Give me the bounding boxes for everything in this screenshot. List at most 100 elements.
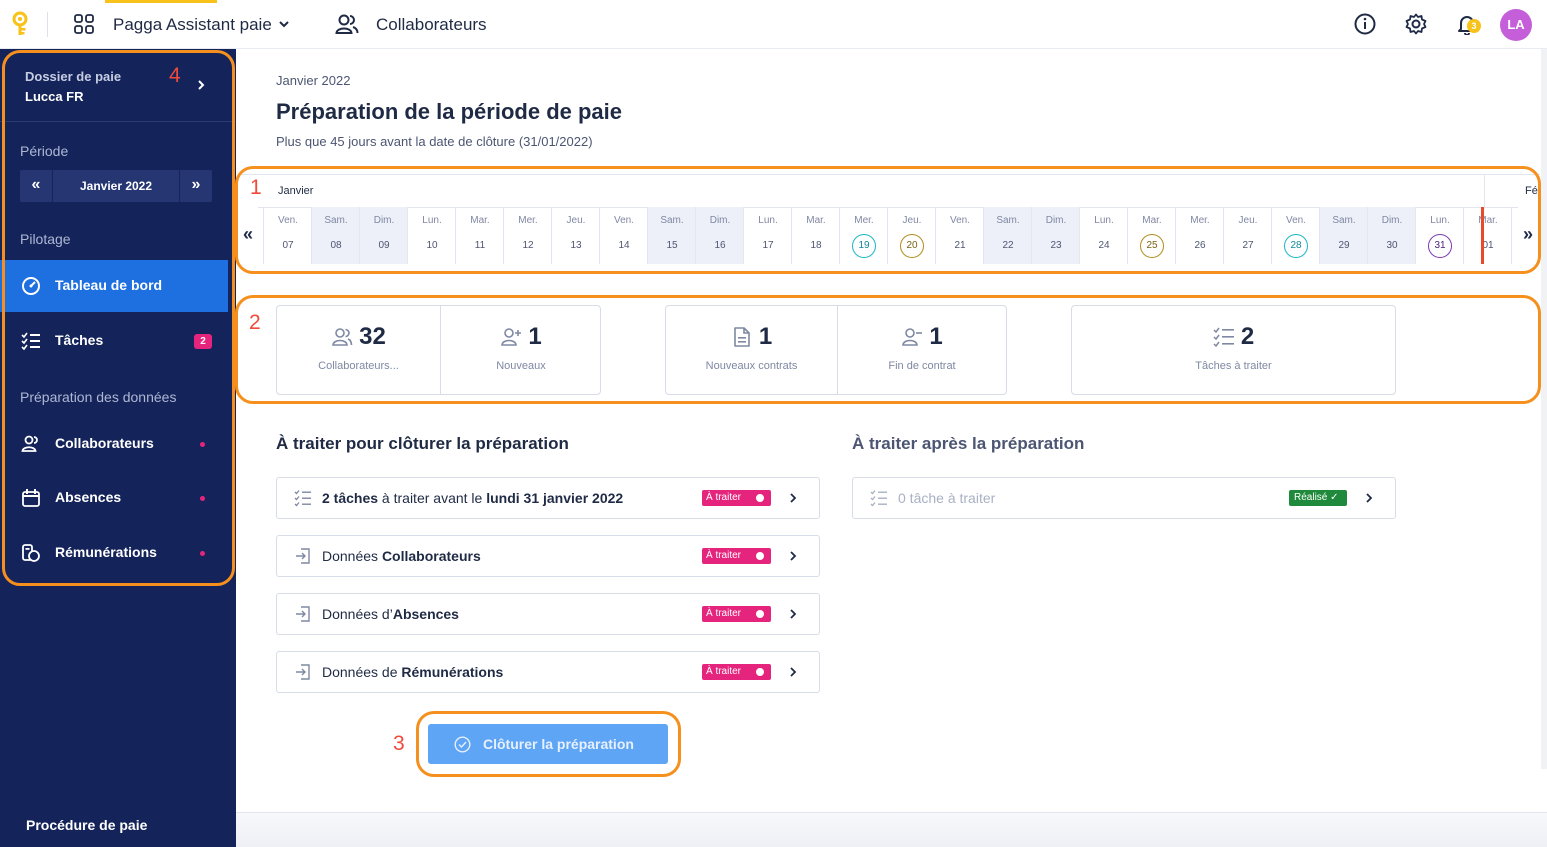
users-icon[interactable] (335, 13, 359, 35)
day-number: 16 (714, 240, 726, 251)
period-next-button[interactable]: » (180, 170, 212, 202)
day-number: 21 (954, 240, 966, 251)
sidebar-item-label: Absences (55, 489, 122, 505)
day-number: 25 (1140, 234, 1164, 258)
calendar-day[interactable]: Jeu. 27 (1224, 207, 1272, 264)
task-card-donnees-absences[interactable]: Données d’Absences À traiter (276, 593, 820, 635)
calendar-day[interactable]: Lun. 17 (744, 207, 792, 264)
day-number: 30 (1386, 240, 1398, 251)
day-number: 15 (666, 240, 678, 251)
sidebar-item-label: Rémunérations (55, 544, 157, 560)
task-card-donnees-collaborateurs[interactable]: Données Collaborateurs À traiter (276, 535, 820, 577)
checklist-icon (1213, 327, 1234, 348)
stat-nouveaux[interactable]: 1 Nouveaux (441, 306, 601, 394)
calendar-day[interactable]: Sam. 15 (648, 207, 696, 264)
calendar-prev-button[interactable]: « (238, 207, 258, 264)
info-icon[interactable] (1354, 13, 1376, 35)
day-number: 31 (1428, 234, 1452, 258)
calendar-day[interactable]: Mar. 01 (1464, 207, 1512, 264)
calendar-day[interactable]: Jeu. 13 (552, 207, 600, 264)
task-card-donnees-remunerations[interactable]: Données de Rémunérations À traiter (276, 651, 820, 693)
month-label: Janvier (278, 185, 314, 197)
stat-collaborateurs[interactable]: 32 Collaborateurs... (277, 306, 440, 394)
task-text: 2 tâches à traiter avant le lundi 31 jan… (322, 490, 624, 506)
closing-date-marker (1481, 207, 1484, 264)
calendar-day[interactable]: Ven. 28 (1272, 207, 1320, 264)
stat-nouveaux-contrats[interactable]: 1 Nouveaux contrats (666, 306, 837, 394)
procedure-de-paie-link[interactable]: Procédure de paie (26, 817, 147, 833)
active-app-indicator (105, 0, 217, 3)
calendar-day[interactable]: Ven. 07 (264, 207, 312, 264)
calendar-day[interactable]: Sam. 22 (984, 207, 1032, 264)
chevron-right-icon[interactable] (195, 79, 207, 91)
right-column-title: À traiter après la préparation (852, 434, 1085, 453)
calendar-day[interactable]: Ven. 21 (936, 207, 984, 264)
period-prev-button[interactable]: « (20, 170, 52, 202)
pilotage-section-label: Pilotage (20, 231, 71, 247)
scrollbar[interactable] (1541, 49, 1547, 769)
calendar-day[interactable]: Mar. 25 (1128, 207, 1176, 264)
status-badge: À traiter (702, 490, 771, 506)
chevron-right-icon[interactable] (787, 492, 799, 504)
dossier-selector[interactable]: Dossier de paie Lucca FR (0, 49, 236, 122)
calendar-day[interactable]: Dim. 23 (1032, 207, 1080, 264)
calendar-day[interactable]: Mer. 26 (1176, 207, 1224, 264)
calendar-day[interactable]: Mer. 19 (840, 207, 888, 264)
calendar-day[interactable]: Mer. 12 (504, 207, 552, 264)
calendar-day[interactable]: Mar. 18 (792, 207, 840, 264)
day-number: 12 (522, 240, 534, 251)
stat-taches-a-traiter[interactable]: 2 Tâches à traiter (1072, 306, 1395, 394)
day-name: Ven. (1285, 215, 1307, 226)
sidebar-item-remunerations[interactable]: Rémunérations (0, 527, 236, 579)
calendar-day[interactable]: Dim. 16 (696, 207, 744, 264)
calendar-day[interactable]: Ven. 14 (600, 207, 648, 264)
checklist-icon (294, 490, 311, 507)
calendar-day[interactable]: Jeu. 20 (888, 207, 936, 264)
day-number: 11 (474, 240, 486, 251)
calendar-next-button[interactable]: » (1518, 207, 1538, 264)
calendar-day[interactable]: Lun. 24 (1080, 207, 1128, 264)
chevron-right-icon[interactable] (1363, 492, 1375, 504)
chevron-right-icon[interactable] (787, 550, 799, 562)
day-name: Mar. (1142, 215, 1162, 226)
status-badge: À traiter (702, 548, 771, 564)
collaborateurs-link[interactable]: Collaborateurs (376, 15, 487, 35)
calendar-day[interactable]: Dim. 09 (360, 207, 408, 264)
sidebar-item-label: Tâches (55, 332, 104, 348)
cloturer-preparation-button[interactable]: Clôturer la préparation (428, 724, 668, 764)
task-card-apres-preparation[interactable]: 0 tâche à traiter Réalisé ✓ (852, 477, 1396, 519)
chevron-down-icon[interactable] (277, 17, 291, 31)
check-circle-icon (454, 736, 471, 753)
gear-icon[interactable] (1405, 13, 1427, 35)
sidebar-item-absences[interactable]: Absences (0, 472, 236, 524)
sidebar-item-taches[interactable]: Tâches 2 (0, 315, 236, 367)
stat-label: Nouveaux (496, 360, 546, 372)
period-selector: « Janvier 2022 » (20, 170, 212, 202)
period-value[interactable]: Janvier 2022 (53, 170, 179, 202)
stat-value: 2 (1240, 323, 1255, 350)
day-number: 19 (852, 234, 876, 258)
sidebar-item-tableau-de-bord[interactable]: Tableau de bord (0, 260, 228, 312)
chevron-right-icon[interactable] (787, 666, 799, 678)
day-number: 27 (1242, 240, 1254, 251)
import-icon (296, 664, 310, 680)
chevron-right-icon[interactable] (787, 608, 799, 620)
day-number: 22 (1002, 240, 1014, 251)
calendar-day[interactable]: Sam. 08 (312, 207, 360, 264)
task-text: 0 tâche à traiter (898, 490, 996, 506)
app-switcher[interactable]: Pagga Assistant paie (113, 15, 272, 35)
calendar-day[interactable]: Lun. 31 (1416, 207, 1464, 264)
stat-value: 1 (528, 323, 542, 350)
apps-grid-icon[interactable] (74, 14, 94, 34)
day-name: Sam. (1332, 215, 1356, 226)
sidebar-item-collaborateurs[interactable]: Collaborateurs (0, 418, 236, 470)
stat-fin-de-contrat[interactable]: 1 Fin de contrat (838, 306, 1006, 394)
calendar-day[interactable]: Mar. 11 (456, 207, 504, 264)
calendar-icon (22, 489, 40, 507)
pagga-logo-icon[interactable] (10, 11, 30, 37)
calendar-day[interactable]: Dim. 30 (1368, 207, 1416, 264)
calendar-day[interactable]: Lun. 10 (408, 207, 456, 264)
user-avatar[interactable]: LA (1500, 9, 1532, 41)
calendar-day[interactable]: Sam. 29 (1320, 207, 1368, 264)
task-card-taches[interactable]: 2 tâches à traiter avant le lundi 31 jan… (276, 477, 820, 519)
